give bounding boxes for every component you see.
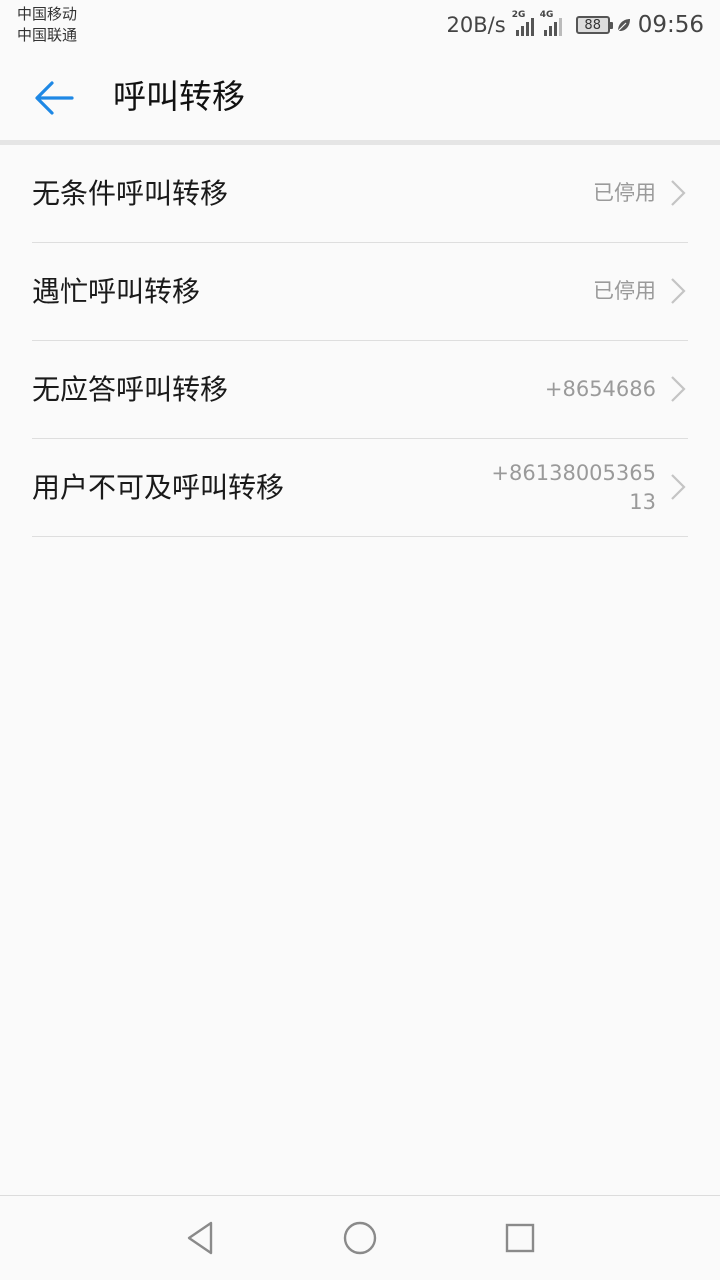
nav-home-button[interactable] [338,1216,382,1260]
leaf-icon [617,19,630,32]
square-recents-icon [505,1223,535,1253]
battery-icon: 88 [575,16,613,34]
chevron-right-icon [671,376,686,402]
status-indicators: 20B/s 2G 4G 88 09:56 [447,10,704,40]
list-item-no-answer-forward[interactable]: 无应答呼叫转移 +8654686 [32,341,688,439]
signal-icon-sim1: 2G [512,10,534,36]
signal-icon-sim2: 4G [540,10,562,36]
list-item-label: 无条件呼叫转移 [32,177,229,210]
nav-back-button[interactable] [178,1216,222,1260]
list-item-unconditional-forward[interactable]: 无条件呼叫转移 已停用 [32,145,688,243]
call-forwarding-list: 无条件呼叫转移 已停用 遇忙呼叫转移 已停用 无应答呼叫转移 +8654686 … [0,145,720,537]
list-item-label: 用户不可及呼叫转移 [32,471,285,504]
app-bar: 呼叫转移 [0,50,720,140]
network-speed: 20B/s [446,13,506,37]
call-forwarding-screen: 中国移动 中国联通 20B/s 2G 4G 88 09:56 呼叫转移 无条件呼… [0,0,720,1280]
list-item-unreachable-forward[interactable]: 用户不可及呼叫转移 +8613800536513 [32,439,688,537]
list-item-busy-forward[interactable]: 遇忙呼叫转移 已停用 [32,243,688,341]
list-item-value: +8613800536513 [491,460,656,514]
navigation-bar [0,1195,720,1280]
signal-1-tag: 2G [511,10,526,20]
chevron-right-icon [671,278,686,304]
carrier-2: 中国联通 [17,26,78,44]
list-item-value: +8654686 [544,377,656,401]
triangle-back-icon [187,1221,213,1255]
signal-2-tag: 4G [539,10,554,20]
nav-recents-button[interactable] [498,1216,542,1260]
clock: 09:56 [637,12,704,38]
status-bar: 中国移动 中国联通 20B/s 2G 4G 88 09:56 [0,0,720,50]
chevron-right-icon [671,180,686,206]
carrier-1: 中国移动 [17,5,78,23]
list-item-value: 已停用 [593,181,656,205]
back-button[interactable] [26,70,82,126]
list-item-value: 已停用 [593,279,656,303]
battery-level: 88 [584,17,601,33]
chevron-right-icon [671,474,686,500]
list-item-label: 遇忙呼叫转移 [32,275,201,308]
list-item-label: 无应答呼叫转移 [32,373,229,406]
circle-home-icon [343,1221,377,1255]
arrow-left-icon [35,81,74,115]
carrier-info: 中国移动 中国联通 [17,4,77,46]
page-title: 呼叫转移 [113,77,245,116]
